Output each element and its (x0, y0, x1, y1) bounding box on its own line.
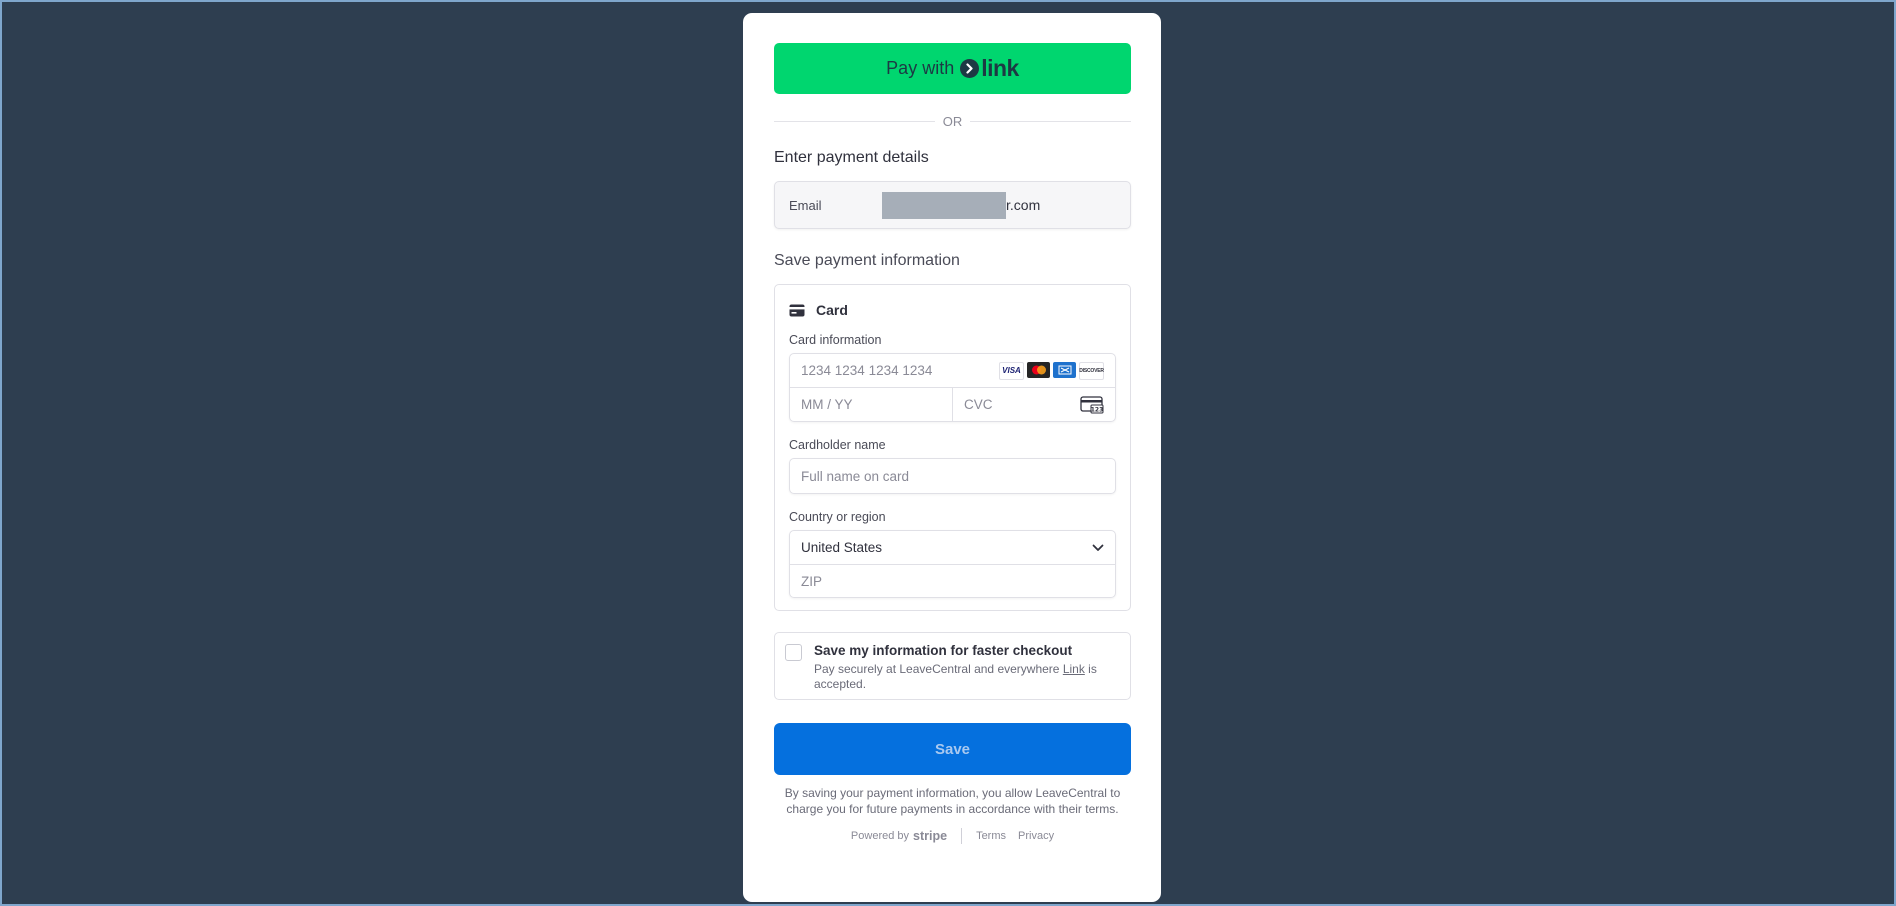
country-select[interactable]: United States (790, 531, 1115, 564)
card-information-group: 1234 1234 1234 1234 VISA DISCOVER MM / Y… (789, 353, 1116, 422)
card-section: Card Card information 1234 1234 1234 123… (774, 284, 1131, 611)
email-value: r.com (882, 191, 1041, 219)
card-method-label: Card (816, 302, 848, 318)
divider-line (970, 120, 1131, 122)
footer: Powered by stripe Terms Privacy (774, 828, 1131, 844)
email-label: Email (789, 197, 822, 213)
zip-input[interactable]: ZIP (790, 564, 1115, 597)
or-text: OR (942, 113, 963, 129)
card-icon (789, 304, 805, 317)
save-info-title: Save my information for faster checkout (814, 643, 1073, 658)
save-info-checkbox[interactable] (785, 644, 802, 661)
country-value: United States (801, 540, 883, 555)
payment-details-title: Enter payment details (774, 149, 929, 166)
expiry-input[interactable]: MM / YY (790, 388, 952, 421)
country-label: Country or region (789, 510, 886, 524)
redacted-block (882, 191, 1006, 219)
visa-icon: VISA (999, 361, 1024, 380)
save-payment-title: Save payment information (774, 252, 960, 269)
stripe-logo: stripe (913, 829, 948, 843)
card-information-label: Card information (789, 333, 882, 347)
email-visible-suffix: r.com (1006, 197, 1041, 213)
link-logo: link (960, 55, 1019, 82)
terms-link[interactable]: Terms (976, 830, 1006, 842)
powered-by-label: Powered by (850, 830, 910, 842)
cardholder-name-placeholder: Full name on card (801, 468, 910, 484)
privacy-link[interactable]: Privacy (1018, 830, 1054, 842)
zip-placeholder: ZIP (801, 573, 823, 589)
svg-text:123: 123 (1091, 406, 1104, 413)
email-field[interactable]: Email r.com (774, 181, 1131, 229)
amex-icon (1053, 361, 1076, 378)
save-info-description: Pay securely at LeaveCentral and everywh… (814, 662, 1120, 692)
cvc-placeholder: CVC (964, 397, 993, 412)
link-arrow-icon (960, 59, 980, 78)
cardholder-name-input[interactable]: Full name on card (789, 458, 1116, 494)
card-brands: VISA DISCOVER (999, 361, 1104, 380)
pay-with-link-button[interactable]: Pay with link (774, 43, 1131, 94)
save-info-text: Save my information for faster checkout … (814, 643, 1120, 699)
card-number-input[interactable]: 1234 1234 1234 1234 VISA DISCOVER (790, 354, 1115, 387)
mastercard-icon (1027, 361, 1050, 378)
payment-panel: Pay with link OR Enter payment details E… (743, 13, 1161, 902)
link-brand-text: link (981, 55, 1019, 81)
cvc-card-icon: 123 (1080, 395, 1104, 414)
expiry-placeholder: MM / YY (801, 397, 853, 412)
pay-with-label: Pay with (886, 58, 955, 78)
save-button[interactable]: Save (774, 723, 1131, 775)
legal-text: By saving your payment information, you … (784, 786, 1121, 816)
chevron-down-icon (1092, 544, 1104, 552)
or-divider: OR (774, 113, 1131, 129)
footer-separator (961, 828, 963, 844)
cvc-input[interactable]: CVC 123 (952, 388, 1115, 421)
divider-line (774, 120, 935, 122)
save-info-option[interactable]: Save my information for faster checkout … (774, 632, 1131, 700)
cardholder-name-label: Cardholder name (789, 438, 886, 452)
link-text-link[interactable]: Link (1063, 662, 1085, 676)
card-number-placeholder: 1234 1234 1234 1234 (801, 363, 933, 378)
save-info-desc-text: Pay securely at LeaveCentral and everywh… (814, 662, 1063, 676)
discover-icon: DISCOVER (1079, 361, 1104, 380)
card-method-header[interactable]: Card (789, 299, 1116, 321)
expiry-cvc-row: MM / YY CVC 123 (790, 387, 1115, 421)
country-zip-group: United States ZIP (789, 530, 1116, 598)
